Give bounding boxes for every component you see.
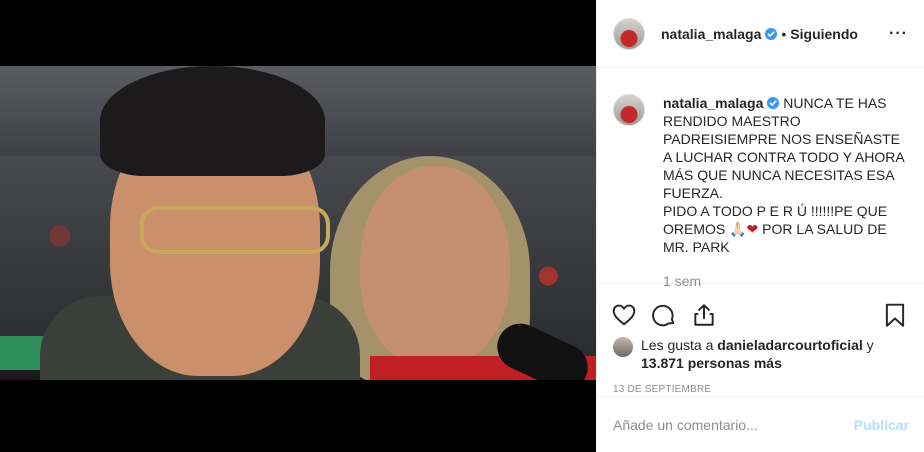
caption-timestamp[interactable]: 1 sem (663, 272, 908, 290)
verified-badge-icon (767, 97, 780, 109)
likes-count[interactable]: 13.871 personas más (641, 355, 782, 371)
likes-prefix: Les gusta a (641, 337, 718, 353)
post-header: natalia_malaga • Siguiendo ··· (597, 0, 924, 68)
verified-badge-icon (765, 27, 778, 40)
likes-summary: Les gusta a danieladarcourtoficial y 13.… (597, 334, 924, 372)
post-photo[interactable] (0, 66, 596, 380)
heart-outline-icon[interactable] (611, 302, 637, 328)
avatar[interactable] (613, 17, 645, 50)
caption-avatar[interactable] (613, 94, 645, 126)
publish-button[interactable]: Publicar (854, 417, 909, 433)
follow-status-button[interactable]: Siguiendo (790, 26, 858, 42)
share-icon[interactable] (691, 302, 717, 328)
separator-dot: • (781, 25, 787, 42)
liker-avatar[interactable] (613, 337, 633, 357)
caption-body: natalia_malaga NUNCA TE HAS RENDIDO MAES… (663, 94, 908, 290)
add-comment-bar: Publicar (597, 396, 924, 452)
caption-username[interactable]: natalia_malaga (663, 95, 763, 111)
bookmark-icon[interactable] (882, 302, 908, 328)
caption-text: NUNCA TE HAS RENDIDO MAESTRO PADREISIEMP… (663, 95, 904, 237)
photo-man-hair (100, 66, 325, 176)
post-media (0, 0, 596, 452)
likes-connector: y (862, 337, 874, 353)
caption-comment: natalia_malaga NUNCA TE HAS RENDIDO MAES… (613, 94, 908, 290)
likes-text: Les gusta a danieladarcourtoficial y 13.… (641, 336, 874, 372)
photo-woman-face (360, 166, 510, 366)
liker-username[interactable]: danieladarcourtoficial (717, 337, 862, 353)
comment-bubble-icon[interactable] (651, 302, 677, 328)
action-bar (597, 284, 924, 334)
post-sidebar: natalia_malaga • Siguiendo ··· natalia_m… (596, 0, 924, 452)
more-options-icon[interactable]: ··· (889, 25, 908, 43)
comment-input[interactable] (613, 416, 854, 433)
photo-man-glasses (140, 206, 330, 254)
comments-area: natalia_malaga NUNCA TE HAS RENDIDO MAES… (597, 68, 924, 289)
post-date[interactable]: 13 DE SEPTIEMBRE (597, 372, 924, 395)
caption-emoji: 🙏🏻❤ (729, 221, 759, 237)
post-username[interactable]: natalia_malaga (661, 26, 761, 42)
